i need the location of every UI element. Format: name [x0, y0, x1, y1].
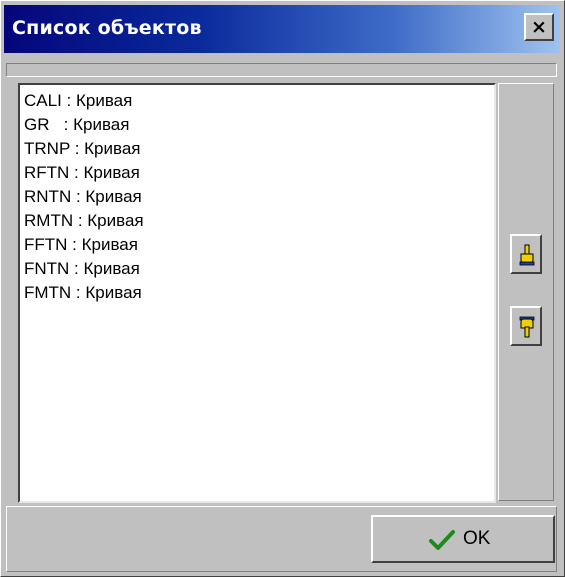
object-list-dialog: Список объектов × CALI : Кривая GR : Кри… — [0, 0, 565, 577]
list-item[interactable]: FFTN : Кривая — [24, 233, 138, 257]
side-toolbar — [498, 83, 554, 501]
close-button[interactable]: × — [524, 13, 554, 41]
object-listbox[interactable]: CALI : Кривая GR : Кривая TRNP : Кривая … — [18, 83, 496, 503]
move-down-button[interactable] — [510, 306, 542, 346]
ok-button-label: OK — [463, 528, 491, 549]
list-item[interactable]: FNTN : Кривая — [24, 257, 140, 281]
move-up-button[interactable] — [510, 234, 542, 274]
list-item[interactable]: RNTN : Кривая — [24, 185, 142, 209]
list-item[interactable]: FMTN : Кривая — [24, 281, 142, 305]
hand-pointing-down-icon — [519, 316, 535, 338]
list-item[interactable]: RFTN : Кривая — [24, 161, 140, 185]
ok-button[interactable]: OK — [371, 515, 555, 563]
footer-panel: OK — [6, 506, 557, 572]
header-strip — [6, 63, 557, 77]
list-item[interactable]: TRNP : Кривая — [24, 137, 141, 161]
window-title: Список объектов — [12, 17, 202, 39]
list-item[interactable]: RMTN : Кривая — [24, 209, 144, 233]
list-item[interactable]: CALI : Кривая — [24, 89, 132, 113]
list-item[interactable]: GR : Кривая — [24, 113, 129, 137]
checkmark-icon — [429, 530, 455, 550]
close-icon: × — [531, 16, 547, 38]
title-bar[interactable]: Список объектов × — [4, 5, 560, 53]
hand-pointing-up-icon — [519, 244, 535, 266]
